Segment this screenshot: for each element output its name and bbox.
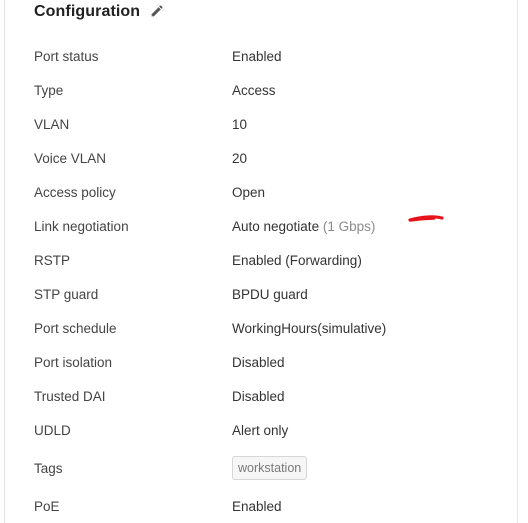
row-port-schedule: Port schedule WorkingHours(simulative) bbox=[34, 311, 504, 345]
row-label: Trusted DAI bbox=[34, 388, 106, 404]
tag-chip[interactable]: workstation bbox=[232, 456, 308, 480]
row-label: Port isolation bbox=[34, 354, 113, 370]
row-link-negotiation: Link negotiation Auto negotiate (1 Gbps) bbox=[34, 209, 504, 243]
row-value: workstation bbox=[232, 456, 308, 480]
row-vlan: VLAN 10 bbox=[34, 107, 504, 141]
red-annotation-mark bbox=[408, 215, 444, 222]
row-value: Enabled bbox=[232, 498, 282, 514]
row-value: Open bbox=[232, 184, 266, 200]
row-port-status: Port status Enabled bbox=[34, 39, 504, 73]
row-poe: PoE Enabled bbox=[34, 489, 504, 523]
row-label: VLAN bbox=[34, 116, 70, 132]
row-label: Tags bbox=[34, 460, 63, 476]
row-value: Enabled bbox=[232, 48, 282, 64]
row-value: 20 bbox=[232, 150, 248, 166]
row-port-isolation: Port isolation Disabled bbox=[34, 345, 504, 379]
row-udld: UDLD Alert only bbox=[34, 413, 504, 447]
row-tags: Tags workstation bbox=[34, 447, 504, 489]
row-stp-guard: STP guard BPDU guard bbox=[34, 277, 504, 311]
row-value: Auto negotiate (1 Gbps) bbox=[232, 219, 375, 234]
row-label: RSTP bbox=[34, 252, 71, 268]
row-value: Enabled (Forwarding) bbox=[232, 252, 362, 268]
row-access-policy: Access policy Open bbox=[34, 175, 504, 209]
row-value: Alert only bbox=[232, 422, 289, 438]
row-label: Port status bbox=[34, 48, 99, 64]
config-rows: Port status Enabled Type Access VLAN 10 … bbox=[34, 39, 504, 523]
row-value: 10 bbox=[232, 116, 248, 132]
row-label: Voice VLAN bbox=[34, 150, 107, 166]
row-value: Disabled bbox=[232, 388, 285, 404]
row-value: BPDU guard bbox=[232, 286, 308, 302]
row-rstp: RSTP Enabled (Forwarding) bbox=[34, 243, 504, 277]
row-label: STP guard bbox=[34, 286, 99, 302]
row-label: Access policy bbox=[34, 184, 116, 200]
row-value: WorkingHours(simulative) bbox=[232, 320, 387, 336]
row-label: Type bbox=[34, 82, 64, 98]
row-label: PoE bbox=[34, 498, 60, 514]
row-value: Access bbox=[232, 82, 276, 98]
panel-header: Configuration bbox=[34, 2, 164, 22]
row-voice-vlan: Voice VLAN 20 bbox=[34, 141, 504, 175]
link-speed: (1 Gbps) bbox=[322, 218, 376, 234]
row-label: UDLD bbox=[34, 422, 71, 438]
panel-title: Configuration bbox=[34, 3, 141, 20]
row-trusted-dai: Trusted DAI Disabled bbox=[34, 379, 504, 413]
row-type: Type Access bbox=[34, 73, 504, 107]
link-negotiation-mode: Auto negotiate bbox=[232, 218, 320, 234]
row-label: Link negotiation bbox=[34, 218, 129, 234]
pencil-icon bbox=[151, 5, 163, 17]
row-value: Disabled bbox=[232, 354, 285, 370]
row-label: Port schedule bbox=[34, 320, 117, 336]
edit-button[interactable] bbox=[148, 4, 164, 20]
configuration-panel: Configuration Port status Enabled Type A… bbox=[4, 0, 518, 523]
